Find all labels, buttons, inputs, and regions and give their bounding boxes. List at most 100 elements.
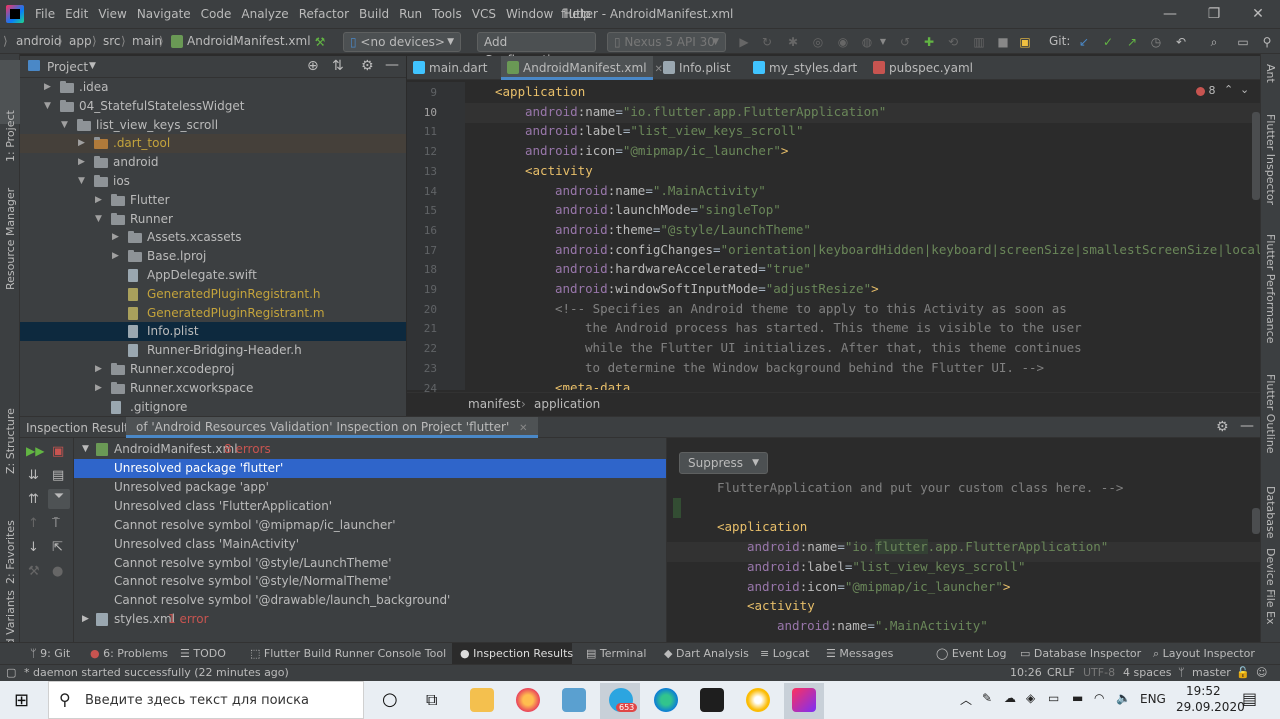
- firefox-icon[interactable]: [516, 688, 540, 712]
- edge-icon[interactable]: [654, 688, 678, 712]
- gear-icon[interactable]: ⚙: [361, 58, 374, 74]
- tray-chevron-up-icon[interactable]: ︿: [960, 691, 972, 708]
- ant-tool-tab[interactable]: Ant: [1264, 64, 1277, 83]
- sdk-manager-icon[interactable]: ▣: [1018, 35, 1032, 49]
- chevron-down-icon[interactable]: ▼: [876, 35, 890, 49]
- profile-icon[interactable]: ◎: [811, 35, 825, 49]
- attach-icon[interactable]: ◍: [860, 35, 874, 49]
- lock-icon[interactable]: 🔓: [1236, 666, 1250, 679]
- tree-item[interactable]: ▼ list_view_keys_scroll: [20, 116, 406, 135]
- close-icon[interactable]: ✕: [1248, 4, 1268, 24]
- line-separator[interactable]: CRLF: [1047, 666, 1075, 679]
- chevron-down-icon[interactable]: ▼: [89, 61, 96, 71]
- menu-analyze[interactable]: Analyze: [236, 7, 293, 21]
- cortana-icon[interactable]: ○: [382, 689, 398, 710]
- previous-error-icon[interactable]: ⌃: [1224, 83, 1233, 96]
- tree-item[interactable]: Info.plist: [20, 322, 406, 342]
- rollback-icon[interactable]: ↶: [1174, 35, 1188, 49]
- file-explorer-icon[interactable]: [470, 688, 494, 712]
- chevron-down-icon[interactable]: ▼: [78, 172, 88, 191]
- tree-item[interactable]: .gitignore: [20, 398, 406, 416]
- error-indicator[interactable]: 8: [1196, 84, 1216, 97]
- filter-icon[interactable]: ⏷: [48, 489, 70, 509]
- chevron-down-icon[interactable]: ▼: [44, 97, 54, 116]
- menu-view[interactable]: View: [93, 7, 131, 21]
- chevron-right-icon[interactable]: ▶: [95, 360, 105, 379]
- windows-start-icon[interactable]: ⊞: [14, 690, 29, 711]
- device-selector[interactable]: ▯ <no devices> ▼: [343, 32, 461, 52]
- emulator-selector[interactable]: ▯ Nexus 5 API 30 ▼: [607, 32, 726, 52]
- inspection-problem[interactable]: Unresolved class 'FlutterApplication': [74, 497, 666, 516]
- git-push-icon[interactable]: ↗: [1125, 35, 1139, 49]
- crumb-application[interactable]: application: [534, 397, 600, 411]
- chevron-right-icon[interactable]: ▶: [95, 379, 105, 398]
- flutter-inspector-tool-tab[interactable]: Flutter Inspector: [1264, 114, 1277, 205]
- cloud-icon[interactable]: ☁: [1004, 691, 1016, 705]
- tab-pubspec-yaml[interactable]: pubspec.yaml: [867, 56, 977, 80]
- inspection-file-group[interactable]: ▼ AndroidManifest.xml 8 errors: [74, 440, 666, 459]
- maximize-icon[interactable]: ❐: [1204, 4, 1224, 24]
- stop-icon[interactable]: ■: [996, 35, 1010, 49]
- collapse-all-icon[interactable]: ⇈: [28, 492, 39, 507]
- breadcrumb-main[interactable]: main: [132, 34, 162, 48]
- tab-logcat[interactable]: ≡ Logcat: [760, 643, 812, 665]
- tab-androidmanifest-xml[interactable]: AndroidManifest.xml ✕: [501, 56, 663, 80]
- favorites-tool-tab[interactable]: 2: Favorites: [4, 520, 17, 584]
- breadcrumb-src[interactable]: src: [103, 34, 121, 48]
- tree-item[interactable]: Runner-Bridging-Header.h: [20, 341, 406, 360]
- breadcrumb-manifest[interactable]: AndroidManifest.xml: [187, 34, 311, 48]
- menu-edit[interactable]: Edit: [60, 7, 93, 21]
- resource-manager-tool-tab[interactable]: Resource Manager: [4, 188, 17, 290]
- expand-all-icon[interactable]: ⇊: [28, 468, 39, 483]
- tree-item[interactable]: ▶ Flutter: [20, 191, 406, 210]
- device-file-explorer-tool-tab[interactable]: Device File Ex: [1264, 548, 1277, 624]
- chevron-right-icon[interactable]: ▶: [112, 247, 122, 266]
- clock-date[interactable]: 29.09.2020: [1176, 700, 1245, 714]
- export-icon[interactable]: ▣: [52, 444, 64, 459]
- tree-item[interactable]: ▶ .idea: [20, 78, 406, 97]
- avd-manager-icon[interactable]: ▥: [972, 35, 986, 49]
- collapse-all-icon[interactable]: ⇅: [332, 58, 344, 74]
- search-icon[interactable]: ⌕: [1207, 35, 1221, 49]
- inspection-problem[interactable]: Cannot resolve symbol '@style/NormalThem…: [74, 572, 666, 591]
- status-message[interactable]: * daemon started successfully (22 minute…: [24, 666, 289, 679]
- tree-item[interactable]: ▶ Base.lproj: [20, 247, 406, 266]
- tab-dart-analysis[interactable]: ◆ Dart Analysis: [664, 643, 749, 665]
- tab-my-styles-dart[interactable]: my_styles.dart: [747, 56, 867, 80]
- tab-inspection-results[interactable]: ● Inspection Results: [452, 643, 573, 665]
- file-encoding[interactable]: UTF-8: [1083, 666, 1115, 679]
- tab-info-plist[interactable]: Info.plist: [657, 56, 751, 80]
- tab-database-inspector[interactable]: ▭ Database Inspector: [1020, 643, 1141, 665]
- chevron-right-icon[interactable]: ▶: [112, 228, 122, 247]
- volume-icon[interactable]: 🔈: [1116, 691, 1131, 705]
- magnifier-icon[interactable]: ⚲: [1260, 35, 1274, 49]
- apply-changes-icon[interactable]: ↺: [898, 35, 912, 49]
- tab-git[interactable]: ᛘ 9: Git: [30, 643, 75, 665]
- terminal-icon[interactable]: [700, 688, 724, 712]
- tree-item[interactable]: ▼ Runner: [20, 210, 406, 229]
- project-tool-tab[interactable]: 1: Project: [4, 110, 17, 162]
- tree-item[interactable]: ▶ Runner.xcworkspace: [20, 379, 406, 398]
- tree-item[interactable]: ▶ Assets.xcassets: [20, 228, 406, 247]
- sync-icon[interactable]: ⟲: [946, 35, 960, 49]
- breadcrumb-android[interactable]: android: [16, 34, 62, 48]
- crumb-manifest[interactable]: manifest: [468, 397, 521, 411]
- hammer-icon[interactable]: ⚒: [313, 35, 327, 49]
- breadcrumb-app[interactable]: app: [69, 34, 92, 48]
- hide-panel-icon[interactable]: —: [385, 57, 399, 73]
- code-editor[interactable]: <application android:name="io.flutter.app…: [465, 82, 1260, 390]
- rerun-inspection-icon[interactable]: ▶▶: [26, 444, 44, 458]
- monitor-icon[interactable]: ▭: [1048, 691, 1059, 705]
- git-branch[interactable]: master: [1192, 666, 1231, 679]
- menu-run[interactable]: Run: [394, 7, 427, 21]
- menu-file[interactable]: File: [30, 7, 60, 21]
- rerun-icon[interactable]: ↻: [760, 35, 774, 49]
- task-view-icon[interactable]: ⧉: [426, 690, 437, 710]
- git-commit-icon[interactable]: ✓: [1101, 35, 1115, 49]
- clock-time[interactable]: 19:52: [1186, 684, 1221, 698]
- tree-item[interactable]: ▶ Runner.xcodeproj: [20, 360, 406, 379]
- inspection-problem[interactable]: Cannot resolve symbol '@drawable/launch_…: [74, 591, 666, 610]
- chevron-right-icon[interactable]: ▶: [78, 134, 88, 153]
- inspection-problem[interactable]: Unresolved package 'flutter': [74, 459, 666, 478]
- app-icon[interactable]: [562, 688, 586, 712]
